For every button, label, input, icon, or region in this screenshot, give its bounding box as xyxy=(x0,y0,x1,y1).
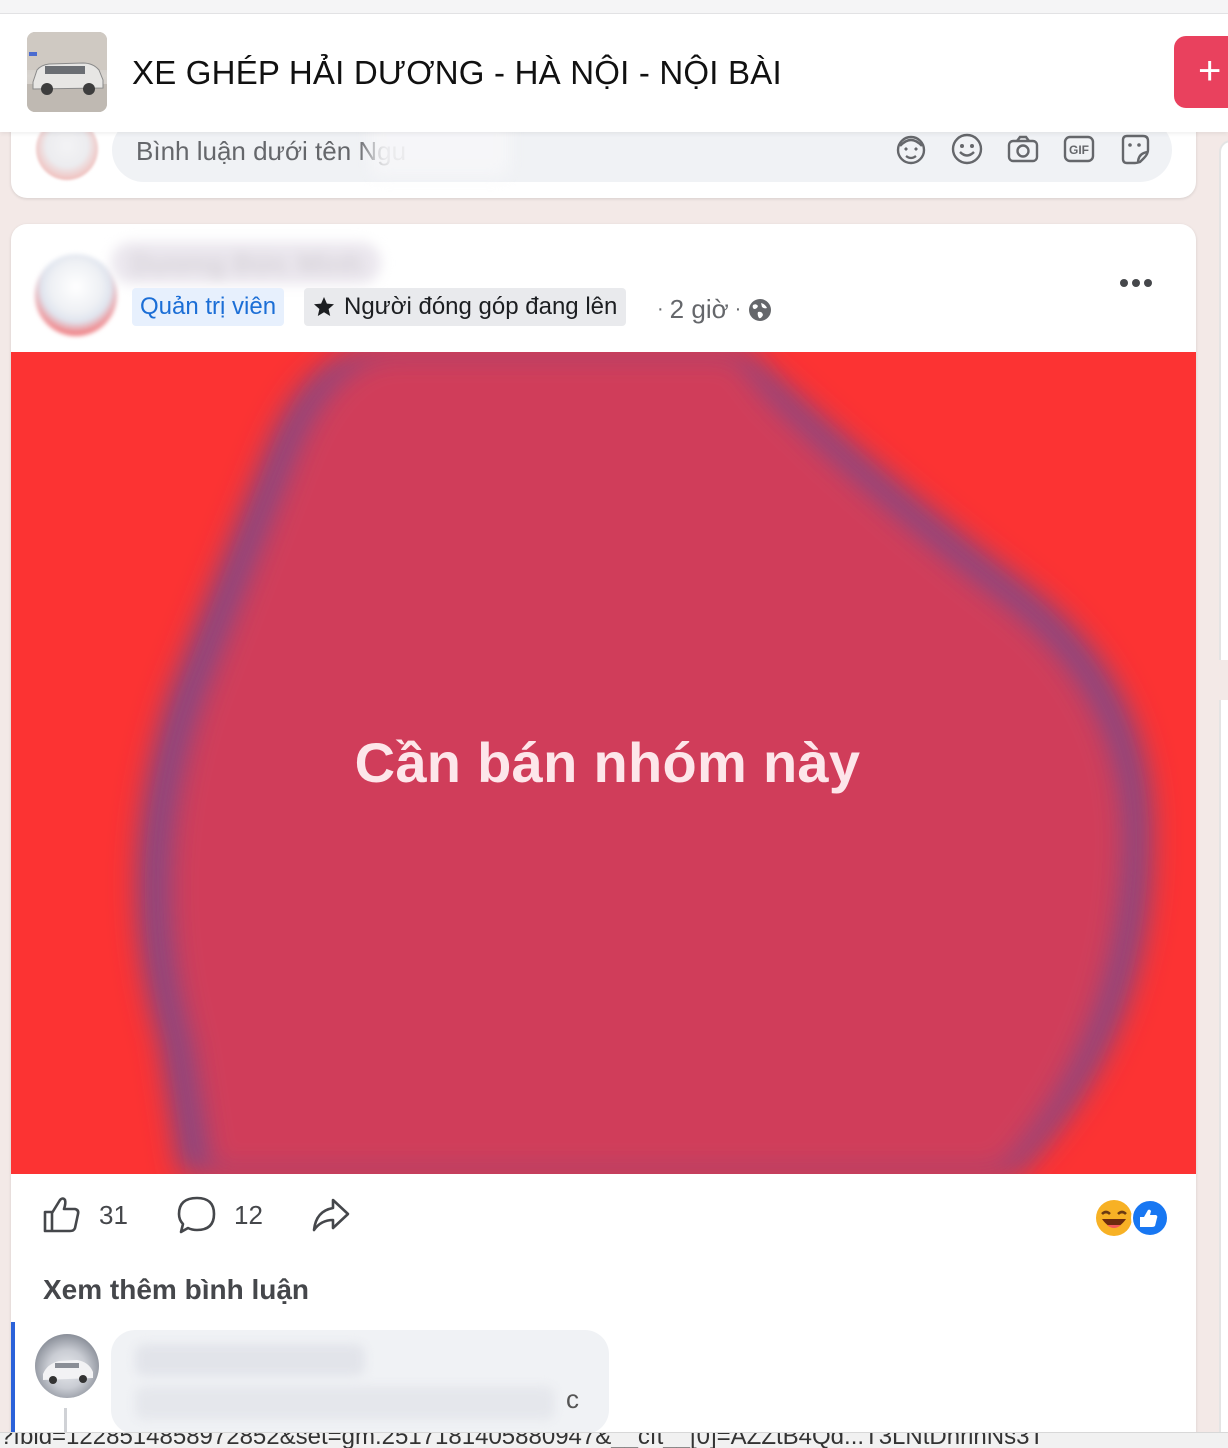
admin-badge[interactable]: Quản trị viên xyxy=(132,288,285,326)
browser-top-strip xyxy=(0,0,1228,14)
globe-icon[interactable] xyxy=(747,297,773,323)
camera-icon[interactable] xyxy=(1006,132,1040,166)
comment-bubble-icon xyxy=(177,1196,216,1234)
author-name-redacted[interactable]: Dương Đức Minh xyxy=(111,242,381,284)
meta-separator: · xyxy=(657,298,664,320)
post-meta: · 2 giờ · xyxy=(657,294,773,325)
car-avatar-image xyxy=(43,1360,93,1384)
svg-text:GIF: GIF xyxy=(1069,143,1089,157)
meta-separator: · xyxy=(734,298,742,320)
thumbs-up-icon xyxy=(43,1197,80,1233)
post-action-row: 31 12 xyxy=(11,1186,1196,1246)
like-count: 31 xyxy=(99,1199,128,1230)
right-edge-panel-lower xyxy=(1219,700,1228,1440)
composer-icon-row: GIF xyxy=(894,132,1152,166)
add-button[interactable]: + xyxy=(1174,36,1228,108)
comment-button[interactable]: 12 xyxy=(176,1194,263,1236)
sticker-icon[interactable] xyxy=(1118,132,1152,166)
right-edge-panel xyxy=(1219,140,1228,660)
post-text: Cần bán nhóm này xyxy=(354,731,861,794)
group-cover-thumbnail[interactable] xyxy=(27,32,107,112)
status-url: ?fbid=1228514858972852&set=gm.2517181405… xyxy=(0,1432,1045,1448)
post-card: Dương Đức Minh Quản trị viên Người đóng … xyxy=(11,224,1196,1448)
comment-input-placeholder: Bình luận dưới tên Ngu xyxy=(136,136,407,166)
contributor-badge[interactable]: Người đóng góp đang lên xyxy=(304,288,627,326)
car-image-icon xyxy=(27,32,107,112)
view-more-comments-link[interactable]: Xem thêm bình luận xyxy=(43,1274,309,1306)
comment-redaction-blur xyxy=(111,1330,609,1434)
comment-bubble[interactable]: c xyxy=(111,1330,609,1434)
post-time[interactable]: 2 giờ xyxy=(670,294,729,325)
share-arrow-icon xyxy=(312,1198,350,1232)
comment-text-tail: c xyxy=(566,1384,579,1414)
group-title[interactable]: XE GHÉP HẢI DƯƠNG - HÀ NỘI - NỘI BÀI xyxy=(132,54,782,92)
like-button[interactable]: 31 xyxy=(41,1194,128,1236)
comment-count: 12 xyxy=(234,1199,263,1230)
contributor-badge-label: Người đóng góp đang lên xyxy=(344,293,618,320)
reaction-summary[interactable] xyxy=(1095,1198,1169,1238)
author-name: Dương Đức Minh xyxy=(131,248,363,279)
author-avatar[interactable] xyxy=(35,254,117,336)
share-button[interactable] xyxy=(309,1194,351,1236)
browser-status-bar: ?fbid=1228514858972852&set=gm.2517181405… xyxy=(0,1432,1228,1448)
comment-highlight-bar xyxy=(11,1322,15,1442)
more-options-icon[interactable] xyxy=(1111,268,1161,298)
emoji-icon[interactable] xyxy=(950,132,984,166)
star-icon xyxy=(314,297,334,316)
commenter-avatar[interactable] xyxy=(35,1334,99,1398)
post-background-image[interactable]: Cần bán nhóm này xyxy=(11,352,1196,1174)
avatar-sticker-icon[interactable] xyxy=(894,132,928,166)
gif-icon[interactable]: GIF xyxy=(1062,132,1096,166)
group-header: XE GHÉP HẢI DƯƠNG - HÀ NỘI - NỘI BÀI + xyxy=(0,14,1228,132)
